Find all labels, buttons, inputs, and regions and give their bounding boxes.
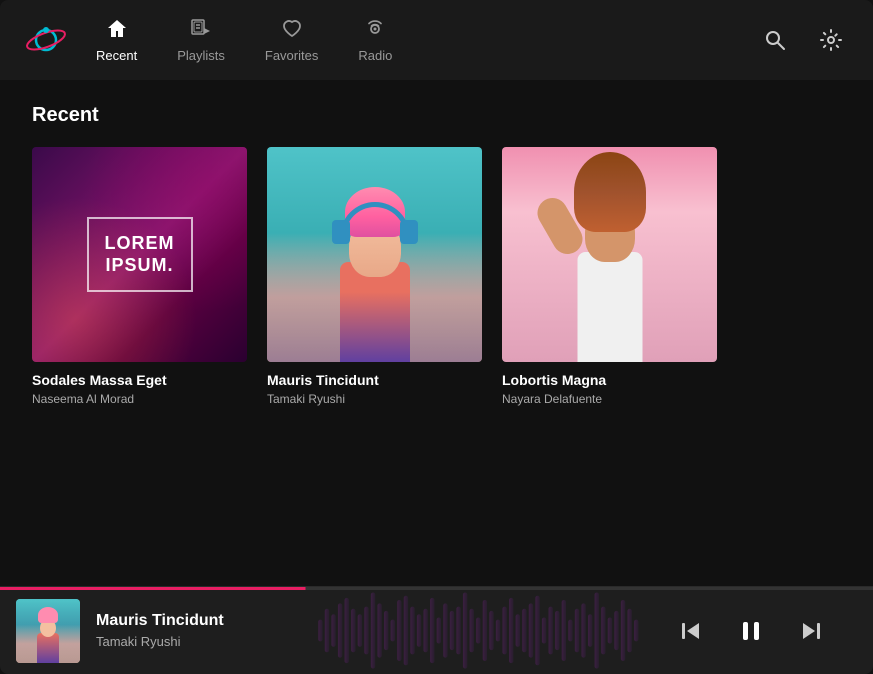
card-1[interactable]: LOREM IPSUM. Sodales Massa Eget Naseema … xyxy=(32,147,247,406)
card-title-2: Mauris Tincidunt xyxy=(267,372,482,388)
app-logo xyxy=(24,18,68,62)
nav-item-recent-label: Recent xyxy=(96,48,137,63)
nav-item-favorites[interactable]: Favorites xyxy=(265,18,318,63)
lorem-line2: IPSUM. xyxy=(105,255,175,277)
home-icon xyxy=(106,18,128,44)
nav-item-recent[interactable]: Recent xyxy=(96,18,137,63)
nav-item-radio[interactable]: Radio xyxy=(358,18,392,63)
ph-ear-left xyxy=(332,220,350,244)
favorites-icon xyxy=(281,18,303,44)
woman-art xyxy=(502,147,717,362)
app-container: Recent Playlists xyxy=(0,0,873,674)
settings-button[interactable] xyxy=(813,22,849,58)
player-info: Mauris Tincidunt Tamaki Ryushi xyxy=(96,612,316,649)
lorem-line1: LOREM xyxy=(105,233,175,255)
nav-item-playlists[interactable]: Playlists xyxy=(177,18,225,63)
ph-body xyxy=(340,262,410,362)
playlists-icon xyxy=(190,18,212,44)
card-subtitle-1: Naseema Al Morad xyxy=(32,392,247,406)
main-content: Recent LOREM IPSUM. Sodales Massa Eget N… xyxy=(0,80,873,586)
cards-grid: LOREM IPSUM. Sodales Massa Eget Naseema … xyxy=(32,147,841,406)
nav-item-favorites-label: Favorites xyxy=(265,48,318,63)
prev-button[interactable] xyxy=(669,609,713,653)
nav-item-radio-label: Radio xyxy=(358,48,392,63)
card-subtitle-3: Nayara Delafuente xyxy=(502,392,717,406)
headphones-art xyxy=(267,147,482,362)
card-image-3 xyxy=(502,147,717,362)
next-button[interactable] xyxy=(789,609,833,653)
section-title: Recent xyxy=(32,104,841,127)
card-3[interactable]: Lobortis Magna Nayara Delafuente xyxy=(502,147,717,406)
player-bar: Mauris Tincidunt Tamaki Ryushi xyxy=(0,586,873,674)
wf-body xyxy=(577,252,642,362)
nav-actions xyxy=(757,22,849,58)
card-title-3: Lobortis Magna xyxy=(502,372,717,388)
nav-item-playlists-label: Playlists xyxy=(177,48,225,63)
card-image-1: LOREM IPSUM. xyxy=(32,147,247,362)
player-track-title: Mauris Tincidunt xyxy=(96,612,316,630)
pause-button[interactable] xyxy=(729,609,773,653)
card-2[interactable]: Mauris Tincidunt Tamaki Ryushi xyxy=(267,147,482,406)
nav-items: Recent Playlists xyxy=(96,18,757,63)
player-waveform xyxy=(316,587,645,674)
lorem-ipsum-box: LOREM IPSUM. xyxy=(87,217,193,292)
card-subtitle-2: Tamaki Ryushi xyxy=(267,392,482,406)
woman-figure xyxy=(550,182,670,362)
player-artist: Tamaki Ryushi xyxy=(96,634,316,649)
radio-icon xyxy=(364,18,386,44)
abstract-art: LOREM IPSUM. xyxy=(32,147,247,362)
player-controls xyxy=(645,609,857,653)
player-thumbnail xyxy=(16,599,80,663)
search-button[interactable] xyxy=(757,22,793,58)
person-figure-2 xyxy=(315,192,435,362)
ph-ear-right xyxy=(400,220,418,244)
wf-hair xyxy=(574,152,646,232)
top-nav: Recent Playlists xyxy=(0,0,873,80)
card-title-1: Sodales Massa Eget xyxy=(32,372,247,388)
card-image-2 xyxy=(267,147,482,362)
